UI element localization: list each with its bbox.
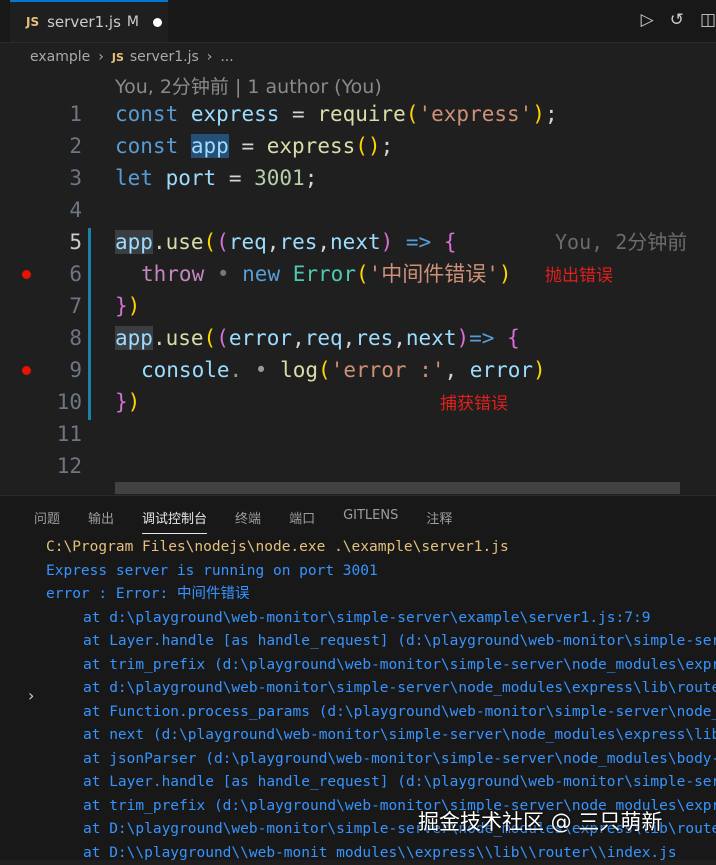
- line-number: 1: [0, 98, 82, 130]
- line-number: 6: [0, 258, 82, 290]
- line-number: 8: [0, 322, 82, 354]
- code-line: 3 let port = 3001;: [0, 162, 716, 194]
- line-number: 12: [0, 450, 82, 482]
- code-line: 4: [0, 194, 716, 226]
- chevron-right-icon[interactable]: ›: [28, 686, 34, 705]
- stack-trace-line[interactable]: at next (d:\playground\web-monitor\simpl…: [0, 724, 716, 748]
- chevron-right-icon: ›: [207, 49, 213, 65]
- panel-tabs: 问题 输出 调试控制台 终端 端口 GITLENS 注释: [34, 508, 480, 534]
- js-file-icon: JS: [26, 15, 39, 29]
- tab-ports[interactable]: 端口: [289, 508, 315, 534]
- code-text: let port = 3001;: [115, 162, 317, 194]
- tab-output[interactable]: 输出: [88, 508, 114, 534]
- line-number: 11: [0, 418, 82, 450]
- code-line: 9 console. • log('error :', error): [0, 354, 716, 386]
- line-number: 9: [0, 354, 82, 386]
- code-line: 6 throw • new Error('中间件错误') 抛出错误: [0, 258, 716, 290]
- console-line: error : Error: 中间件错误: [0, 583, 716, 607]
- code-line: 1 const express = require('express');: [0, 98, 716, 130]
- code-line: 7 }): [0, 290, 716, 322]
- code-line: 10 }) 捕获错误: [0, 386, 716, 418]
- stack-trace-line[interactable]: at D:\\playground\\web-monit modules\\ex…: [0, 842, 716, 865]
- code-line: 11: [0, 418, 716, 450]
- breadcrumb-more[interactable]: ...: [220, 49, 233, 65]
- tab-terminal[interactable]: 终端: [235, 508, 261, 534]
- code-text: console. • log('error :', error): [141, 354, 546, 386]
- line-number: 5: [0, 226, 82, 258]
- breadcrumb-folder[interactable]: example: [30, 49, 90, 65]
- stack-trace-line[interactable]: at d:\playground\web-monitor\simple-serv…: [0, 677, 716, 701]
- line-number: 7: [0, 290, 82, 322]
- annotation-throw: 抛出错误: [545, 260, 613, 292]
- breadcrumb-file[interactable]: server1.js: [130, 49, 199, 65]
- gitlens-blame-header[interactable]: You, 2分钟前 | 1 author (You): [115, 72, 382, 99]
- stack-trace-line[interactable]: at Function.process_params (d:\playgroun…: [0, 701, 716, 725]
- code-line: 12: [0, 450, 716, 482]
- code-text: }): [115, 290, 140, 322]
- line-number: 2: [0, 130, 82, 162]
- code-text: app.use((req,res,next) => {: [115, 226, 457, 258]
- editor-tab-server1[interactable]: JS server1.js M: [10, 0, 168, 42]
- stack-trace-line[interactable]: at Layer.handle [as handle_request] (d:\…: [0, 771, 716, 795]
- tab-filename: server1.js: [47, 13, 121, 31]
- unsaved-dot-icon[interactable]: [153, 18, 162, 27]
- tab-problems[interactable]: 问题: [34, 508, 60, 534]
- js-file-icon: JS: [112, 51, 124, 64]
- line-number: 3: [0, 162, 82, 194]
- code-editor[interactable]: 1 const express = require('express'); 2 …: [0, 98, 716, 488]
- editor-toolbar: ▷ ↺ ◫: [641, 10, 716, 30]
- stack-trace-line[interactable]: at d:\playground\web-monitor\simple-serv…: [0, 607, 716, 631]
- stack-trace-line[interactable]: at Layer.handle [as handle_request] (d:\…: [0, 630, 716, 654]
- code-line: 2 const app = express();: [0, 130, 716, 162]
- code-text: const app = express();: [115, 130, 393, 162]
- split-editor-icon[interactable]: ◫: [700, 10, 716, 30]
- code-text: throw • new Error('中间件错误'): [141, 258, 512, 290]
- chevron-right-icon: ›: [98, 49, 104, 65]
- code-line: 8 app.use((error,req,res,next)=> {: [0, 322, 716, 354]
- code-text: const express = require('express');: [115, 98, 558, 130]
- tab-comments[interactable]: 注释: [426, 508, 452, 534]
- history-icon[interactable]: ↺: [670, 10, 684, 30]
- code-text: app.use((error,req,res,next)=> {: [115, 322, 520, 354]
- line-number: 10: [0, 386, 82, 418]
- breadcrumb: example › JS server1.js › ...: [30, 46, 234, 68]
- horizontal-scrollbar[interactable]: [115, 482, 680, 494]
- stack-trace-line[interactable]: at jsonParser (d:\playground\web-monitor…: [0, 748, 716, 772]
- console-line: C:\Program Files\nodejs\node.exe .\examp…: [0, 536, 716, 560]
- run-icon[interactable]: ▷: [641, 10, 654, 30]
- inline-blame[interactable]: You, 2分钟前: [555, 226, 687, 258]
- tab-debug-console[interactable]: 调试控制台: [142, 508, 207, 534]
- tab-gitlens[interactable]: GITLENS: [343, 508, 398, 534]
- modified-indicator: M: [127, 14, 139, 30]
- watermark: 掘金技术社区 @ 三只萌新: [418, 806, 662, 836]
- console-line: Express server is running on port 3001: [0, 560, 716, 584]
- code-text: }): [115, 386, 140, 418]
- annotation-catch: 捕获错误: [440, 388, 508, 420]
- stack-trace-line[interactable]: at trim_prefix (d:\playground\web-monito…: [0, 654, 716, 678]
- code-line: 5 app.use((req,res,next) => { You, 2分钟前: [0, 226, 716, 258]
- tab-bar: JS server1.js M ▷ ↺ ◫: [0, 0, 716, 43]
- line-number: 4: [0, 194, 82, 226]
